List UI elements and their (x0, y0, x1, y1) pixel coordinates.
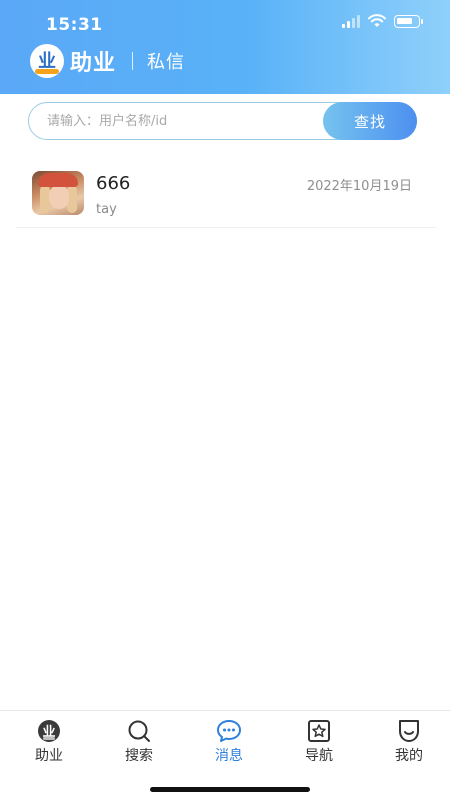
search-bar: 查找 (28, 102, 417, 140)
zhuye-logo-icon: 业 (38, 720, 60, 742)
message-preview: tay (96, 202, 117, 217)
tab-navigation[interactable]: 导航 (274, 719, 364, 769)
star-box-icon (308, 720, 330, 742)
message-sender: 666 (96, 173, 131, 194)
tab-label: 消息 (215, 748, 243, 764)
avatar (32, 171, 84, 215)
tab-messages[interactable]: 消息 (184, 719, 274, 769)
title-row: 业 助业 私信 (30, 44, 185, 78)
tab-label: 助业 (35, 748, 63, 764)
status-time: 15:31 (46, 15, 103, 35)
tab-home[interactable]: 业 助业 (4, 719, 94, 769)
message-item[interactable]: 666 tay 2022年10月19日 (16, 160, 436, 228)
brand-name: 助业 (70, 51, 117, 76)
smile-icon (399, 720, 419, 742)
wifi-icon (368, 14, 386, 27)
message-date: 2022年10月19日 (306, 179, 412, 194)
tab-label: 搜索 (125, 748, 153, 764)
tab-label: 导航 (305, 748, 333, 764)
header: 15:31 业 助业 私信 (0, 0, 450, 94)
home-indicator (150, 787, 310, 792)
search-button[interactable]: 查找 (323, 102, 417, 140)
signal-icon (342, 14, 360, 28)
page-title: 私信 (147, 52, 186, 73)
message-icon (217, 720, 241, 742)
title-divider (132, 52, 134, 70)
battery-icon (394, 14, 423, 28)
screen: 15:31 业 助业 私信 请输入：用户名称/id 查找 666 tay 202… (0, 0, 450, 800)
status-icons (342, 14, 423, 28)
zhuye-logo-icon: 业 (30, 44, 64, 78)
logo-wave (35, 69, 59, 74)
status-bar: 15:31 (0, 0, 450, 44)
search-icon (128, 720, 150, 742)
message-list: 666 tay 2022年10月19日 (16, 160, 436, 228)
tab-me[interactable]: 我的 (364, 719, 450, 769)
tab-label: 我的 (395, 748, 423, 764)
battery-fill (397, 17, 412, 24)
search-input[interactable] (29, 103, 329, 139)
tab-search[interactable]: 搜索 (94, 719, 184, 769)
